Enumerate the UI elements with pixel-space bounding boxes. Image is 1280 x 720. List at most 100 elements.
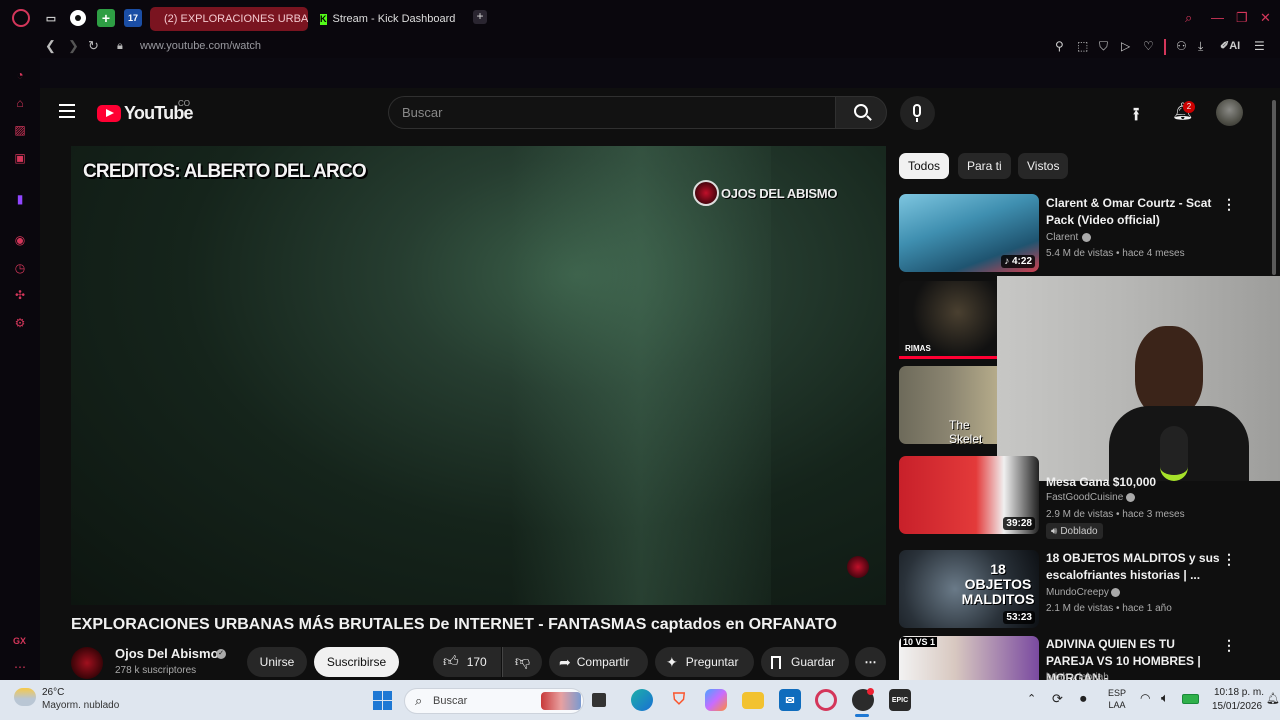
settings-gear-icon[interactable]: ⚙ bbox=[13, 316, 27, 330]
rec-channel-6[interactable]: briah y lebriah bbox=[1046, 672, 1109, 680]
twitch-icon[interactable]: ▮ bbox=[13, 192, 27, 206]
menu-icon[interactable] bbox=[59, 104, 75, 118]
tray-mic-icon[interactable]: ⏺ bbox=[1080, 691, 1087, 707]
tab-youtube[interactable]: (2) EXPLORACIONES URBA bbox=[150, 7, 308, 31]
tab-search-icon[interactable]: ⌕ bbox=[1185, 10, 1192, 26]
edge-icon[interactable] bbox=[631, 689, 653, 711]
language-indicator[interactable]: ESP LAA bbox=[1108, 687, 1126, 711]
verified-icon: ✓ bbox=[216, 649, 226, 659]
easy-setup-icon[interactable]: ☰ bbox=[1254, 39, 1265, 53]
gamepad-icon[interactable]: ▭ bbox=[42, 9, 60, 27]
rec-thumbnail-2[interactable]: RIMAS bbox=[899, 281, 997, 359]
gx-corner-icon[interactable]: ▨ bbox=[13, 123, 27, 137]
rec-thumbnail-6[interactable]: 10 VS 1 bbox=[899, 636, 1039, 680]
more-actions-button[interactable]: ⋯ bbox=[855, 647, 886, 677]
start-windows-icon[interactable] bbox=[371, 689, 393, 711]
pin-icon[interactable]: ⚲ bbox=[1055, 39, 1064, 53]
volume-icon[interactable]: 🔈︎ bbox=[1161, 690, 1169, 706]
video-player[interactable]: CREDITOS: ALBERTO DEL ARCO OJOS DEL ABIS… bbox=[71, 146, 886, 605]
search-input[interactable]: Buscar bbox=[388, 96, 835, 129]
weather-temp[interactable]: 26°C bbox=[42, 687, 64, 698]
new-tab-button[interactable]: + bbox=[473, 10, 487, 24]
maximize-icon[interactable]: ❐ bbox=[1236, 10, 1248, 26]
page-scrollbar[interactable] bbox=[1272, 100, 1276, 275]
voice-search-button[interactable] bbox=[900, 96, 935, 130]
messenger-icon[interactable]: ▣ bbox=[13, 151, 27, 165]
tray-overflow-icon[interactable]: ⌃ bbox=[1027, 692, 1036, 705]
dislike-button[interactable]: 👎︎ bbox=[502, 647, 542, 677]
subscribe-button[interactable]: Suscribirse bbox=[314, 647, 399, 677]
heart-icon[interactable]: ♡ bbox=[1143, 39, 1154, 53]
wifi-icon[interactable]: ◠ bbox=[1140, 691, 1150, 705]
forward-icon[interactable]: ❯ bbox=[68, 38, 79, 54]
snapshot-icon[interactable]: ⬚ bbox=[1077, 39, 1088, 53]
chip-vistos[interactable]: Vistos bbox=[1018, 153, 1069, 179]
download-icon[interactable]: ⤓ bbox=[1198, 39, 1203, 54]
save-button[interactable]: Guardar bbox=[761, 647, 849, 677]
url-field[interactable]: www.youtube.com/watch bbox=[140, 40, 261, 52]
kick-favicon-icon: K bbox=[320, 13, 327, 25]
avatar[interactable] bbox=[1216, 99, 1243, 126]
back-icon[interactable]: ❮ bbox=[45, 38, 56, 54]
weather-desc[interactable]: Mayorm. nublado bbox=[42, 700, 119, 711]
ai-button[interactable]: ✐AI bbox=[1220, 39, 1240, 52]
clock-time[interactable]: 10:18 p. m. bbox=[1214, 687, 1264, 698]
search-button[interactable] bbox=[835, 96, 887, 129]
copilot-icon[interactable] bbox=[705, 689, 727, 711]
pinned-tab-17track-icon[interactable]: 17 bbox=[124, 9, 142, 27]
rec-menu-icon-6[interactable]: ⋮ bbox=[1222, 637, 1236, 654]
rec-menu-icon-1[interactable]: ⋮ bbox=[1222, 196, 1236, 213]
channel-name[interactable]: Ojos Del Abismo bbox=[115, 646, 219, 661]
pinned-tab-circle-icon[interactable] bbox=[70, 10, 86, 26]
chip-para-ti[interactable]: Para ti bbox=[958, 153, 1011, 179]
channel-avatar[interactable] bbox=[71, 647, 103, 679]
rec-thumbnail-3[interactable]: The Skelet bbox=[899, 366, 997, 444]
sparkle-icon: ✦ bbox=[666, 653, 678, 670]
join-button[interactable]: Unirse bbox=[247, 647, 307, 677]
rec-thumbnail-4[interactable]: 39:28 bbox=[899, 456, 1039, 534]
tray-sync-icon[interactable]: ⟳ bbox=[1052, 691, 1063, 707]
outlook-icon[interactable]: ✉ bbox=[779, 689, 801, 711]
send-icon[interactable]: ▷ bbox=[1121, 39, 1130, 53]
rec-channel-4[interactable]: FastGoodCuisine bbox=[1046, 492, 1123, 503]
taskbar-search[interactable]: ⌕ Buscar bbox=[404, 688, 584, 714]
opera-logo-icon[interactable] bbox=[12, 9, 30, 27]
shield-icon[interactable]: ⛉ bbox=[1099, 39, 1108, 54]
tab-kick[interactable]: K Stream - Kick Dashboard bbox=[312, 7, 462, 31]
notification-center-icon[interactable]: 🔔︎ bbox=[1266, 692, 1280, 705]
rec-channel-5[interactable]: MundoCreepy bbox=[1046, 587, 1109, 598]
minimize-icon[interactable]: — bbox=[1211, 10, 1224, 25]
rec-thumbnail-5[interactable]: 18 OBJETOS MALDITOS 53:23 bbox=[899, 550, 1039, 628]
player-icon[interactable]: ◉ bbox=[13, 233, 27, 247]
rec-menu-icon-5[interactable]: ⋮ bbox=[1222, 551, 1236, 568]
epic-games-icon[interactable]: EPIC bbox=[889, 689, 911, 711]
clock-date[interactable]: 15/01/2026 bbox=[1212, 701, 1262, 712]
speed-dial-icon[interactable]: ◔ bbox=[13, 68, 27, 82]
close-icon[interactable]: ✕ bbox=[1260, 10, 1271, 26]
pinned-tab-plus-icon[interactable]: + bbox=[97, 9, 115, 27]
rec-channel-1[interactable]: Clarent bbox=[1046, 232, 1078, 243]
rec-thumbnail-1[interactable]: ♪ 4:22 bbox=[899, 194, 1039, 272]
opera-gx-taskbar-icon[interactable] bbox=[815, 689, 837, 711]
account-icon[interactable]: ⚇ bbox=[1176, 39, 1187, 53]
reload-icon[interactable]: ↻ bbox=[88, 38, 99, 54]
task-view-icon[interactable] bbox=[592, 693, 606, 707]
extensions-icon[interactable]: ✣ bbox=[13, 288, 27, 302]
dubbed-label: Doblado bbox=[1060, 525, 1098, 537]
battery-icon[interactable] bbox=[1182, 694, 1199, 704]
rec-title-4[interactable]: Mesa Gana $10,000 bbox=[1046, 474, 1221, 488]
chip-todos[interactable]: Todos bbox=[899, 153, 950, 179]
upload-icon[interactable]: ⭱ bbox=[1133, 102, 1139, 132]
rec-title-1[interactable]: Clarent & Omar Courtz - Scat Pack (Video… bbox=[1046, 195, 1221, 229]
weather-icon[interactable] bbox=[14, 688, 36, 706]
share-button[interactable]: ➦ Compartir bbox=[549, 647, 648, 677]
ask-button[interactable]: ✦ Preguntar bbox=[655, 647, 754, 677]
gx-store-icon[interactable]: ⌂ bbox=[13, 96, 27, 110]
like-button[interactable]: 👍︎ 170 bbox=[433, 647, 501, 677]
brave-icon[interactable]: ⛉ bbox=[668, 689, 690, 711]
rec-duration-4: 39:28 bbox=[1003, 517, 1035, 530]
rec-title-5[interactable]: 18 OBJETOS MALDITOS y sus escalofriantes… bbox=[1046, 550, 1221, 584]
history-icon[interactable]: ◷ bbox=[13, 261, 27, 275]
sidebar-more-icon[interactable]: ⋯ bbox=[13, 660, 27, 674]
file-explorer-icon[interactable] bbox=[742, 692, 764, 709]
